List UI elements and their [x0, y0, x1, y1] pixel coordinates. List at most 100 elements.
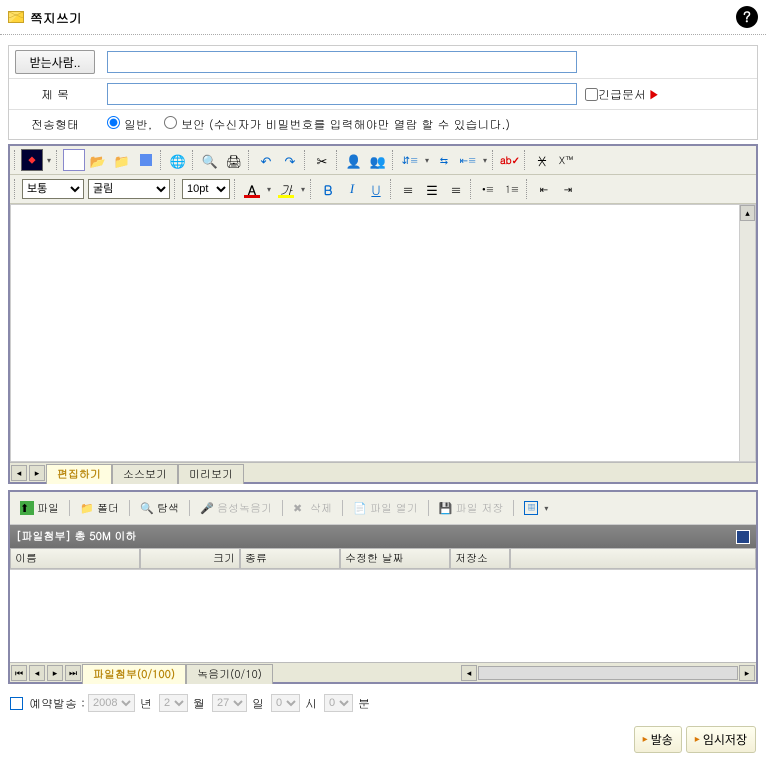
col-size[interactable]: 크기	[140, 548, 240, 569]
envelope-icon	[8, 11, 24, 23]
hscroll-left-icon[interactable]: ◂	[461, 665, 477, 681]
width-icon[interactable]: ⇆	[433, 149, 455, 171]
new-doc-icon[interactable]	[63, 149, 85, 171]
recipient-button[interactable]: 받는사람..	[15, 50, 95, 74]
attach-tab-next-icon[interactable]: ▸	[47, 665, 63, 681]
transfer-row: 전송형태 일반, 보안 (수신자가 비밀번호를 입력해야만 열람 할 수 있습니…	[9, 110, 757, 139]
page-title: 쪽지쓰기	[30, 8, 82, 27]
scroll-up-icon[interactable]: ▴	[740, 205, 755, 221]
transfer-normal-radio[interactable]	[107, 116, 120, 129]
tab-source[interactable]: 소스보기	[112, 464, 178, 484]
size-select[interactable]: 10pt	[182, 179, 230, 199]
editor-textarea[interactable]: ▴	[10, 204, 756, 462]
col-spacer	[510, 548, 756, 569]
highlight-dd[interactable]: ▾	[298, 179, 308, 199]
help-icon[interactable]: ?	[736, 6, 758, 28]
tab-edit[interactable]: 편집하기	[46, 464, 112, 484]
toolbar-row-1: ◆ ▾ 📂 📁 🌐 🔍 🖨 ✂ 👤 👥 ⇵≡ ▾ ⇆ ⇤≡ ▾ ab✓ X X™	[10, 146, 756, 175]
attach-open-button: 📄파일 열기	[349, 499, 422, 518]
subject-input[interactable]	[107, 83, 577, 105]
attach-search-button[interactable]: 🔍탐색	[136, 499, 183, 518]
tab-next-icon[interactable]: ▸	[29, 465, 45, 481]
logo-dropdown[interactable]: ▾	[44, 150, 54, 170]
recipient-row: 받는사람..	[9, 46, 757, 79]
subject-row: 제 목 긴급문서 ▶	[9, 79, 757, 110]
hour-unit: 시	[305, 695, 317, 712]
schedule-day-select[interactable]: 27	[212, 694, 247, 712]
line-height-icon[interactable]: ⇵≡	[399, 149, 421, 171]
preview-icon[interactable]: 🔍	[199, 149, 221, 171]
attachment-header-text: [파일첨부] 총 50M 이하	[16, 529, 137, 544]
logo-icon[interactable]: ◆	[21, 149, 43, 171]
bold-icon[interactable]: B	[317, 178, 339, 200]
style-select[interactable]: 보통	[22, 179, 84, 199]
font-color-dd[interactable]: ▾	[264, 179, 274, 199]
save-icon[interactable]	[135, 149, 157, 171]
schedule-row: 예약발송 : 2008 년 2 월 27 일 0 시 0 분	[0, 684, 766, 722]
col-name[interactable]: 이름	[10, 548, 140, 569]
italic-icon[interactable]: I	[341, 178, 363, 200]
align-right-icon[interactable]: ≡	[445, 178, 467, 200]
align-left-icon[interactable]: ≡	[397, 178, 419, 200]
attachment-list[interactable]	[10, 570, 756, 662]
abc-icon[interactable]: ab✓	[499, 149, 521, 171]
editor-scrollbar[interactable]: ▴	[739, 205, 755, 461]
attachment-header: [파일첨부] 총 50M 이하	[10, 525, 756, 548]
tab-recording[interactable]: 녹음기(0/10)	[186, 664, 273, 684]
tab-prev-icon[interactable]: ◂	[11, 465, 27, 481]
outdent-icon[interactable]: ⇤	[533, 178, 555, 200]
hscroll-right-icon[interactable]: ▸	[739, 665, 755, 681]
attach-calendar-button[interactable]: ▦▾	[520, 496, 555, 520]
subscript-icon[interactable]: X™	[555, 149, 577, 171]
person-icon[interactable]: 👤	[343, 149, 365, 171]
underline-icon[interactable]: U	[365, 178, 387, 200]
indent-para-icon[interactable]: ⇤≡	[457, 149, 479, 171]
globe-icon[interactable]: 🌐	[167, 149, 189, 171]
hscroll-track[interactable]	[478, 666, 738, 680]
indent-para-dd[interactable]: ▾	[480, 150, 490, 170]
undo-icon[interactable]	[255, 149, 277, 171]
font-select[interactable]: 굴림	[88, 179, 170, 199]
schedule-month-select[interactable]: 2	[159, 694, 188, 712]
list-number-icon[interactable]: 1≡	[501, 178, 523, 200]
transfer-secure-radio[interactable]	[164, 116, 177, 129]
schedule-checkbox[interactable]	[10, 697, 23, 710]
font-color-icon[interactable]: A	[241, 178, 263, 200]
recipient-input[interactable]	[107, 51, 577, 73]
save-draft-button[interactable]: ▸임시저장	[686, 726, 756, 753]
attachment-tabs: ⏮ ◂ ▸ ⏭ 파일첨부(0/100) 녹음기(0/10) ◂ ▸	[10, 662, 756, 682]
cut-icon[interactable]: ✂	[311, 149, 333, 171]
tab-attachments[interactable]: 파일첨부(0/100)	[82, 664, 186, 684]
open-icon[interactable]: 📂	[87, 149, 109, 171]
attach-file-button[interactable]: ⬆파일	[16, 499, 63, 518]
attach-tab-last-icon[interactable]: ⏭	[65, 665, 81, 681]
attach-tab-prev-icon[interactable]: ◂	[29, 665, 45, 681]
col-type[interactable]: 종류	[240, 548, 340, 569]
print-icon[interactable]: 🖨	[223, 149, 245, 171]
schedule-min-select[interactable]: 0	[324, 694, 353, 712]
attach-voice-button: 🎤음성녹음기	[196, 499, 276, 518]
highlight-icon[interactable]: 가	[275, 178, 297, 200]
col-storage[interactable]: 저장소	[450, 548, 510, 569]
schedule-year-select[interactable]: 2008	[88, 694, 135, 712]
send-button[interactable]: ▸발송	[634, 726, 682, 753]
indent-icon[interactable]: ⇥	[557, 178, 579, 200]
list-bullet-icon[interactable]: •≡	[477, 178, 499, 200]
month-unit: 월	[193, 695, 205, 712]
people-icon[interactable]: 👥	[367, 149, 389, 171]
strike-icon[interactable]: X	[531, 149, 553, 171]
attach-tab-first-icon[interactable]: ⏮	[11, 665, 27, 681]
col-date[interactable]: 수정한 날짜	[340, 548, 450, 569]
reload-icon[interactable]	[736, 530, 750, 544]
open-folder-icon[interactable]: 📁	[111, 149, 133, 171]
redo-icon[interactable]	[279, 149, 301, 171]
line-height-dd[interactable]: ▾	[422, 150, 432, 170]
schedule-hour-select[interactable]: 0	[271, 694, 300, 712]
tab-preview[interactable]: 미리보기	[178, 464, 244, 484]
day-unit: 일	[252, 695, 264, 712]
urgent-checkbox[interactable]	[585, 88, 598, 101]
min-unit: 분	[358, 695, 370, 712]
align-center-icon[interactable]: ☰	[421, 178, 443, 200]
attach-folder-button[interactable]: 📁폴더	[76, 499, 123, 518]
transfer-secure-label: 보안 (수신자가 비밀번호를 입력해야만 열람 할 수 있습니다.)	[181, 116, 510, 133]
